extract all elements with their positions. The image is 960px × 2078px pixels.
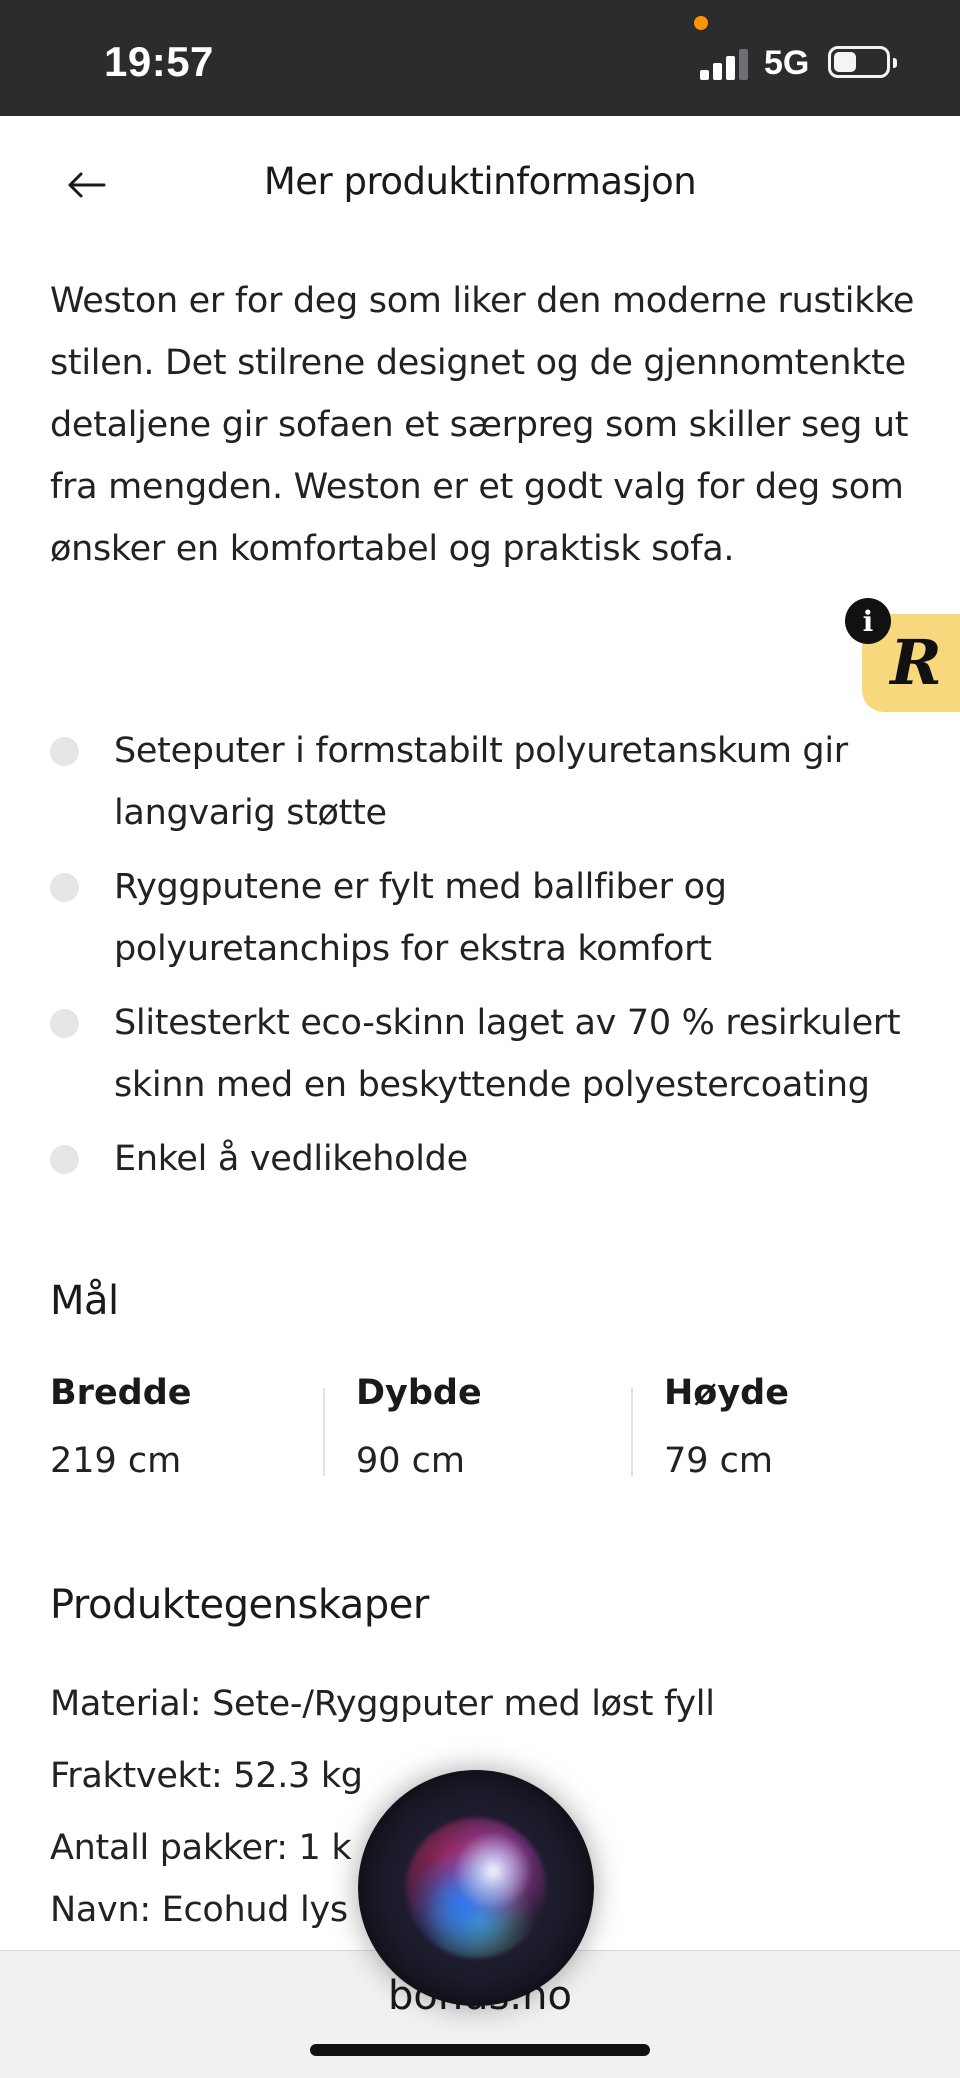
dimension-label: Bredde [50,1373,192,1413]
r-logo-icon: R [890,625,942,699]
screen: 19:57 5G Mer produktinformasjon Weston e… [0,0,960,2078]
feature-item: Seteputer i formstabilt polyuretanskum g… [50,720,920,844]
product-description: Weston er for deg som liker den moderne … [50,281,915,569]
feature-item: Slitesterkt eco-skinn laget av 70 % resi… [50,992,920,1116]
status-bar: 19:57 5G [0,0,960,116]
property-line: Material: Sete-/Ryggputer med løst fyll [50,1684,715,1724]
cellular-signal-icon [700,48,750,80]
siri-glow-icon [406,1818,546,1958]
dimension-depth: Dybde 90 cm [323,1368,482,1481]
bullet-icon [50,1009,79,1038]
battery-icon [828,46,897,78]
siri-orb[interactable] [358,1770,594,2006]
feature-text: Seteputer i formstabilt polyuretanskum g… [114,731,848,833]
feature-item: Enkel å vedlikeholde [50,1128,920,1190]
bullet-icon [50,873,79,902]
feature-list: Seteputer i formstabilt polyuretanskum g… [50,720,920,1202]
status-time: 19:57 [104,38,214,85]
dimension-value: 90 cm [356,1441,465,1481]
feature-text: Enkel å vedlikeholde [114,1139,468,1179]
home-indicator[interactable] [310,2044,650,2056]
properties-heading: Produktegenskaper [50,1582,429,1628]
dimension-label: Dybde [356,1373,482,1413]
feature-text: Slitesterkt eco-skinn laget av 70 % resi… [114,1003,901,1105]
bullet-icon [50,737,79,766]
bullet-icon [50,1145,79,1174]
feature-item: Ryggputene er fylt med ballfiber og poly… [50,856,920,980]
dimension-value: 79 cm [664,1441,773,1481]
dimension-width: Bredde 219 cm [50,1368,192,1481]
dimension-label: Høyde [664,1373,789,1413]
page-title: Mer produktinformasjon [263,160,697,203]
feature-text: Ryggputene er fylt med ballfiber og poly… [114,867,727,969]
network-type: 5G [764,44,810,82]
privacy-indicator-dot [694,16,708,30]
dimensions-heading: Mål [50,1278,119,1324]
dimensions-table: Bredde 219 cm Dybde 90 cm Høyde 79 cm [50,1368,930,1481]
dimension-value: 219 cm [50,1441,182,1481]
battery-fill [834,52,856,72]
dimension-height: Høyde 79 cm [631,1368,789,1481]
info-icon[interactable]: i [845,598,891,644]
